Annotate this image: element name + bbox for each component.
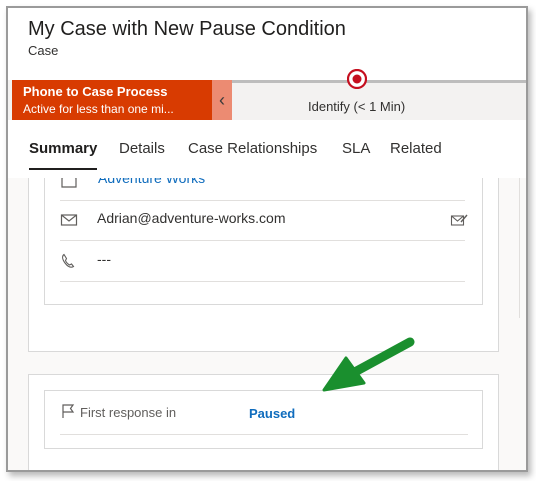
sla-section: First response in Paused <box>28 374 499 470</box>
email-value[interactable]: Adrian@adventure-works.com <box>97 210 286 226</box>
entity-name: Case <box>28 43 59 58</box>
stage-progress-line <box>232 80 526 83</box>
sla-status-value: Paused <box>249 406 296 421</box>
account-icon <box>61 178 77 188</box>
stage-identify[interactable]: Identify (< 1 Min) <box>308 99 405 114</box>
process-status: Active for less than one mi... <box>23 102 174 116</box>
customer-section: Adventure Works Adrian@adventure-works.c… <box>28 178 499 352</box>
process-flyout-button[interactable]: Phone to Case Process Active for less th… <box>12 80 212 120</box>
phone-row: --- <box>60 241 465 282</box>
tab-summary[interactable]: Summary <box>29 140 97 157</box>
process-name: Phone to Case Process <box>23 84 168 99</box>
stage-duration: (< 1 Min) <box>353 99 406 114</box>
form-content: Adventure Works Adrian@adventure-works.c… <box>8 178 526 470</box>
email-row: Adrian@adventure-works.com <box>60 200 468 241</box>
active-stage-marker-icon[interactable] <box>347 69 367 89</box>
first-response-row: First response in Paused <box>60 391 468 435</box>
form-tabs: Summary Details Case Relationships SLA R… <box>8 120 526 178</box>
mail-icon <box>60 214 78 226</box>
compose-email-icon[interactable] <box>450 212 468 228</box>
tab-related[interactable]: Related <box>390 140 442 157</box>
active-tab-indicator <box>29 168 97 170</box>
account-name: Adventure Works <box>98 178 206 186</box>
sla-timer-card: First response in Paused <box>44 390 483 449</box>
tab-sla[interactable]: SLA <box>342 140 370 157</box>
side-pane-divider <box>519 178 520 318</box>
page-title: My Case with New Pause Condition <box>28 18 346 40</box>
record-header: My Case with New Pause Condition Case <box>8 8 526 80</box>
app-window: My Case with New Pause Condition Case Ph… <box>6 6 528 472</box>
business-process-bar: Phone to Case Process Active for less th… <box>8 69 526 120</box>
collapse-process-button[interactable]: ‹ <box>212 80 232 120</box>
phone-icon <box>62 253 75 268</box>
account-link[interactable]: Adventure Works <box>98 178 205 186</box>
tab-details[interactable]: Details <box>119 140 165 157</box>
tab-case-relationships[interactable]: Case Relationships <box>188 140 317 157</box>
phone-value[interactable]: --- <box>97 251 111 267</box>
stage-label: Identify <box>308 99 350 114</box>
account-row: Adventure Works <box>60 178 465 201</box>
contact-card: Adventure Works Adrian@adventure-works.c… <box>44 178 483 305</box>
flag-icon <box>62 404 75 418</box>
first-response-label: First response in <box>80 405 177 420</box>
